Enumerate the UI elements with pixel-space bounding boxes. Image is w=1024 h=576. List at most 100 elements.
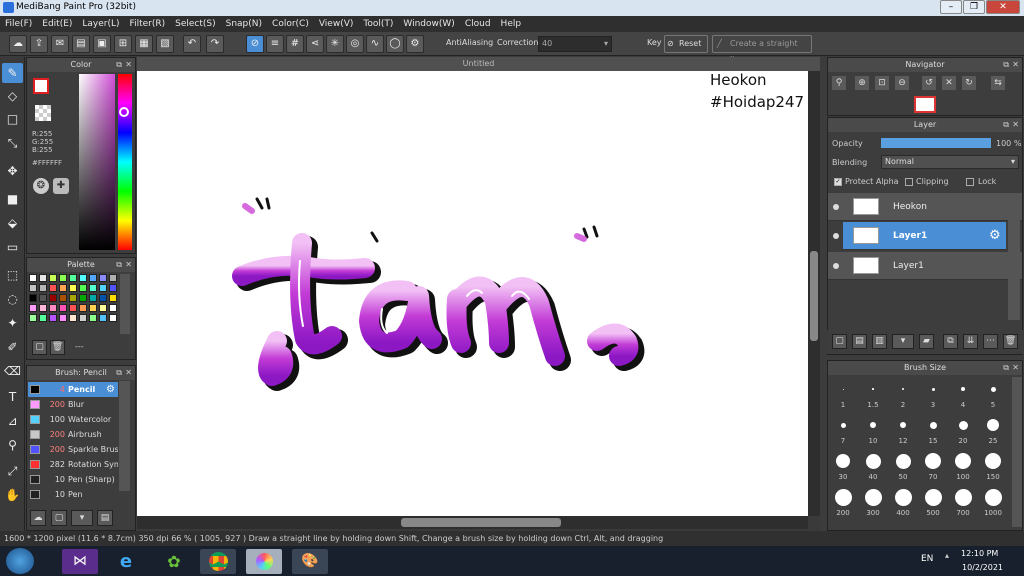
brush-size-dot[interactable]	[900, 422, 906, 428]
primary-color-swatch[interactable]	[33, 78, 49, 94]
transparent-swatch[interactable]	[35, 105, 51, 121]
pages-icon[interactable]: ⊞	[114, 35, 132, 53]
brush-size-dot[interactable]	[840, 422, 846, 428]
navigator-thumbnail[interactable]	[914, 96, 936, 113]
brush-size-dot[interactable]	[987, 419, 999, 431]
palette-swatch[interactable]	[49, 304, 57, 312]
minimize-button[interactable]: –	[940, 0, 962, 14]
palette-swatch[interactable]	[29, 284, 37, 292]
lasso-tool-icon[interactable]: ◌	[2, 289, 23, 309]
brush-size-dot[interactable]	[984, 488, 1002, 506]
menu-window[interactable]: Window(W)	[398, 16, 459, 32]
eyedropper-icon[interactable]: ⚲	[2, 435, 23, 455]
layer-row-selected[interactable]: Layer1 ⚙	[843, 222, 1006, 250]
saturation-value-area[interactable]	[79, 74, 115, 250]
palette-swatch[interactable]	[109, 284, 117, 292]
menu-view[interactable]: View(V)	[314, 16, 359, 32]
maximize-button[interactable]: ❐	[963, 0, 985, 14]
lock-checkbox[interactable]	[966, 178, 974, 186]
close-icon[interactable]: ✕	[125, 58, 132, 72]
brush-size-dot[interactable]	[990, 386, 996, 392]
menu-tool[interactable]: Tool(T)	[358, 16, 398, 32]
canvas-tab[interactable]: Untitled	[137, 57, 820, 71]
ellipse-snap-icon[interactable]: ◯	[386, 35, 404, 53]
clock-date[interactable]: 10/2/2021	[962, 563, 1003, 572]
palette-swatch[interactable]	[99, 274, 107, 282]
layer-settings-icon[interactable]: ⚙	[989, 228, 1001, 243]
page-icon[interactable]: ▤	[72, 35, 90, 53]
palette-swatch[interactable]	[109, 274, 117, 282]
close-icon[interactable]: ✕	[1012, 361, 1019, 375]
grid-icon[interactable]: ▦	[135, 35, 153, 53]
palette-swatch[interactable]	[79, 284, 87, 292]
palette-swatch[interactable]	[69, 294, 77, 302]
parallel-snap-icon[interactable]: ≡	[266, 35, 284, 53]
palette-swatch[interactable]	[29, 314, 37, 322]
brush-size-dot[interactable]	[985, 453, 1001, 469]
clock-time[interactable]: 12:10 PM	[961, 549, 998, 558]
save-icon[interactable]: ▣	[93, 35, 111, 53]
rotate-right-icon[interactable]: ↻	[962, 76, 976, 90]
new-halftone-layer-icon[interactable]: ▤	[852, 334, 867, 349]
palette-swatch[interactable]	[79, 294, 87, 302]
correction-select[interactable]: 40 ▾	[538, 36, 612, 52]
straight-line-button[interactable]: ╱Create a straight line	[712, 35, 812, 64]
visibility-icon[interactable]	[833, 204, 839, 210]
add-brush-icon[interactable]: ▢	[51, 510, 67, 526]
snap-off-icon[interactable]: ⊘	[246, 35, 264, 53]
close-icon[interactable]: ✕	[125, 258, 132, 272]
add-layer-menu-icon[interactable]: ▾	[892, 334, 914, 349]
brush-size-dot[interactable]	[895, 453, 911, 469]
palette-swatch[interactable]	[79, 314, 87, 322]
brush-item[interactable]: 200Sparkle Brush	[28, 442, 118, 457]
brush-size-dot[interactable]	[958, 420, 968, 430]
palette-swatch[interactable]	[49, 294, 57, 302]
visibility-icon[interactable]	[833, 263, 839, 269]
vanish-snap-icon[interactable]: ⋖	[306, 35, 324, 53]
comment-icon[interactable]: ✉	[51, 35, 69, 53]
palette-swatch[interactable]	[59, 304, 67, 312]
palette-swatch[interactable]	[59, 294, 67, 302]
palette-swatch[interactable]	[79, 304, 87, 312]
brush-settings-icon[interactable]: ⚙	[106, 382, 115, 397]
color-wheel-icon[interactable]: ❂	[33, 178, 49, 194]
palette-swatch[interactable]	[89, 284, 97, 292]
divide-tool-icon[interactable]: ⊿	[2, 411, 23, 431]
menu-cloud[interactable]: Cloud	[460, 16, 496, 32]
folder-icon[interactable]: ▰	[919, 334, 934, 349]
palette-swatch[interactable]	[29, 304, 37, 312]
eraser-tool-icon[interactable]: ◇	[2, 86, 23, 106]
palette-swatch[interactable]	[89, 274, 97, 282]
color-picker-icon[interactable]: ✚	[53, 178, 69, 194]
zoom-out-icon[interactable]: ⊖	[895, 76, 909, 90]
popout-icon[interactable]: ⧉	[1003, 58, 1009, 72]
close-button[interactable]: ✕	[986, 0, 1020, 14]
circle-snap-icon[interactable]: ◎	[346, 35, 364, 53]
move-tool-icon[interactable]: ✥	[2, 161, 23, 181]
medibang-icon[interactable]	[246, 549, 282, 574]
fit-icon[interactable]: ⊡	[875, 76, 889, 90]
palette-swatch[interactable]	[39, 304, 47, 312]
palette-swatch[interactable]	[59, 284, 67, 292]
curve-snap-icon[interactable]: ∿	[366, 35, 384, 53]
reset-view-icon[interactable]: ✕	[942, 76, 956, 90]
palette-swatch[interactable]	[59, 314, 67, 322]
palette-swatch[interactable]	[39, 274, 47, 282]
palette-swatch[interactable]	[99, 284, 107, 292]
close-icon[interactable]: ✕	[1012, 118, 1019, 132]
palette-swatch[interactable]	[89, 304, 97, 312]
zoom-icon[interactable]: ⚲	[832, 76, 846, 90]
palette-swatch[interactable]	[99, 314, 107, 322]
brush-size-dot[interactable]	[836, 454, 850, 468]
hue-handle[interactable]	[119, 107, 129, 117]
radial-snap-icon[interactable]: ✳	[326, 35, 344, 53]
line-tool-icon[interactable]: ⤡	[2, 133, 23, 153]
brush-size-dot[interactable]	[954, 488, 972, 506]
popout-icon[interactable]: ⧉	[1003, 361, 1009, 375]
brush-item[interactable]: 100 Watercolor	[28, 412, 118, 427]
text-tool-icon[interactable]: T	[2, 387, 23, 407]
select-pen-icon[interactable]: ✐	[2, 337, 23, 357]
cross-snap-icon[interactable]: #	[286, 35, 304, 53]
select-rect-icon[interactable]: ⬚	[2, 265, 23, 285]
palette-swatch[interactable]	[49, 314, 57, 322]
